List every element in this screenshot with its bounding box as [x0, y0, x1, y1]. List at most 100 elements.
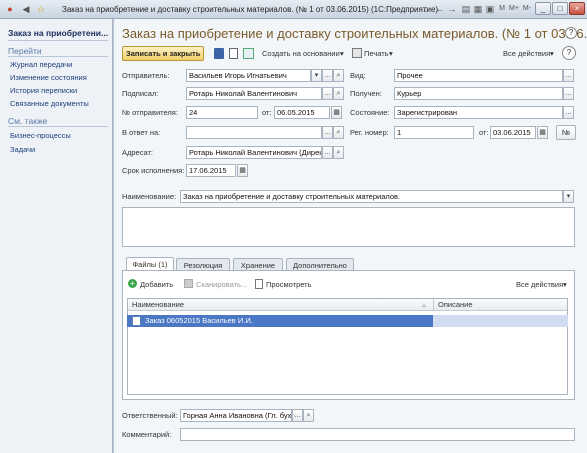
- state-select-button[interactable]: …: [563, 106, 574, 119]
- addressee-select-button[interactable]: …: [322, 146, 333, 159]
- window-title: Заказ на приобретение и доставку строите…: [62, 5, 439, 14]
- addressee-search-icon[interactable]: ⌕: [333, 146, 344, 159]
- export-icon[interactable]: [243, 48, 254, 59]
- sidebar-title[interactable]: Заказ на приобретени...: [8, 28, 108, 38]
- outdate-field[interactable]: 06.05.2015: [274, 106, 330, 119]
- print-doc-icon[interactable]: ▤: [460, 3, 472, 15]
- sidebar-item-transfer-journal[interactable]: Журнал передачи: [10, 60, 72, 69]
- sidebar-divider: [8, 126, 108, 127]
- table-row-desc-cell[interactable]: [433, 315, 568, 327]
- addressee-label: Адресат:: [122, 148, 153, 157]
- save-close-button[interactable]: Записать и закрыть: [122, 46, 205, 61]
- calendar-icon[interactable]: ▣: [484, 3, 496, 15]
- sidebar: [0, 19, 113, 453]
- calc-icon[interactable]: ▦: [472, 3, 484, 15]
- regdate-label: от:: [479, 128, 489, 137]
- sidebar-item-linked-docs[interactable]: Связанные документы: [10, 99, 89, 108]
- save-icon[interactable]: [214, 48, 224, 59]
- name-label: Наименование:: [122, 192, 177, 201]
- create-based-arrow-icon[interactable]: ▾: [340, 49, 344, 58]
- view-icon: [255, 279, 263, 289]
- window-titlebar: ● ◀ ☆ Заказ на приобретение и доставку с…: [0, 0, 587, 19]
- signed-field[interactable]: Ротарь Николай Валентинович: [186, 87, 322, 100]
- responsible-field[interactable]: Горная Анна Ивановна (Гл. бухг...: [180, 409, 292, 422]
- add-button[interactable]: Добавить: [140, 280, 173, 289]
- help-button[interactable]: ?: [565, 27, 577, 39]
- printer-icon[interactable]: [352, 48, 362, 58]
- regnum-field[interactable]: 1: [394, 126, 474, 139]
- sidebar-item-tasks[interactable]: Задачи: [10, 145, 35, 154]
- regnum-label: Рег. номер:: [350, 128, 389, 137]
- print-button[interactable]: Печать: [364, 49, 389, 58]
- sidebar-see-also-header: См. также: [8, 116, 48, 126]
- outnum-field[interactable]: 24: [186, 106, 258, 119]
- signed-select-button[interactable]: …: [322, 87, 333, 100]
- reply-select-button[interactable]: …: [322, 126, 333, 139]
- number-button[interactable]: №: [556, 125, 576, 140]
- addressee-field[interactable]: Ротарь Николай Валентинович (Директ: [186, 146, 322, 159]
- reply-field[interactable]: [186, 126, 322, 139]
- nav-forward-icon[interactable]: →: [446, 3, 458, 15]
- create-based-button[interactable]: Создать на основании: [262, 49, 340, 58]
- regdate-calendar-icon[interactable]: ▦: [537, 126, 548, 139]
- scanner-icon: [184, 279, 193, 288]
- regdate-field[interactable]: 03.06.2015: [490, 126, 536, 139]
- table-row[interactable]: Заказ 06052015 Васильев И.И.: [127, 315, 433, 327]
- state-label: Состояние:: [350, 108, 390, 117]
- sender-select-button[interactable]: …: [322, 69, 333, 82]
- reply-label: В ответ на:: [122, 128, 161, 137]
- name-dropdown-icon[interactable]: ▾: [563, 190, 574, 203]
- received-select-button[interactable]: …: [563, 87, 574, 100]
- memory-m-button[interactable]: M: [496, 3, 508, 15]
- sender-search-icon[interactable]: ⌕: [333, 69, 344, 82]
- sidebar-go-header: Перейти: [8, 46, 42, 56]
- sidebar-item-state-change[interactable]: Изменение состояния: [10, 73, 87, 82]
- deadline-field[interactable]: 17.06.2015: [186, 164, 236, 177]
- comment-field[interactable]: [180, 428, 575, 441]
- files-all-actions-arrow-icon[interactable]: ▾: [563, 280, 567, 289]
- page-title: Заказ на приобретение и доставку строите…: [122, 26, 587, 41]
- type-label: Вид:: [350, 71, 366, 80]
- document-icon[interactable]: [229, 48, 238, 59]
- responsible-search-icon[interactable]: ⌕: [303, 409, 314, 422]
- sidebar-item-history[interactable]: История переписки: [10, 86, 77, 95]
- all-actions-arrow-icon[interactable]: ▾: [550, 49, 554, 58]
- maximize-button[interactable]: □: [552, 2, 568, 15]
- scan-button[interactable]: Сканировать...: [196, 280, 247, 289]
- memory-m-minus-button[interactable]: M-: [521, 3, 533, 15]
- reply-search-icon[interactable]: ⌕: [333, 126, 344, 139]
- signed-search-icon[interactable]: ⌕: [333, 87, 344, 100]
- col-name-header[interactable]: Наименование: [128, 299, 433, 311]
- star-icon[interactable]: ☆: [35, 3, 47, 15]
- all-actions-button[interactable]: Все действия: [503, 49, 550, 58]
- text-area[interactable]: [122, 207, 575, 247]
- nav-back-icon[interactable]: ←: [434, 3, 446, 15]
- sidebar-item-business-processes[interactable]: Бизнес-процессы: [10, 131, 71, 140]
- view-button[interactable]: Просмотреть: [266, 280, 312, 289]
- name-field[interactable]: Заказ на приобретение и доставку строите…: [180, 190, 563, 203]
- back-icon[interactable]: ◀: [20, 3, 32, 15]
- help-icon[interactable]: ?: [562, 46, 576, 60]
- close-button[interactable]: ×: [569, 2, 585, 15]
- print-arrow-icon[interactable]: ▾: [389, 49, 393, 58]
- sort-icon[interactable]: ▵: [422, 300, 426, 309]
- received-field[interactable]: Курьер: [394, 87, 563, 100]
- minimize-button[interactable]: _: [535, 2, 551, 15]
- type-field[interactable]: Прочее: [394, 69, 563, 82]
- sidebar-divider: [8, 56, 108, 57]
- type-select-button[interactable]: …: [563, 69, 574, 82]
- col-desc-header[interactable]: Описание: [433, 299, 567, 311]
- memory-m-plus-button[interactable]: M+: [508, 3, 520, 15]
- files-all-actions-button[interactable]: Все действия: [516, 280, 563, 289]
- state-field[interactable]: Зарегистрирован: [394, 106, 563, 119]
- home-icon[interactable]: ⌂: [420, 3, 432, 15]
- outdate-calendar-icon[interactable]: ▦: [331, 106, 342, 119]
- sender-label: Отправитель:: [122, 71, 170, 80]
- file-document-icon: [132, 316, 141, 326]
- sender-field[interactable]: Васильев Игорь Игнатьевич: [186, 69, 311, 82]
- sender-dropdown-icon[interactable]: ▾: [311, 69, 322, 82]
- app-logo-icon: ●: [7, 4, 13, 14]
- responsible-select-button[interactable]: …: [292, 409, 303, 422]
- deadline-calendar-icon[interactable]: ▦: [237, 164, 248, 177]
- add-icon[interactable]: +: [128, 279, 137, 288]
